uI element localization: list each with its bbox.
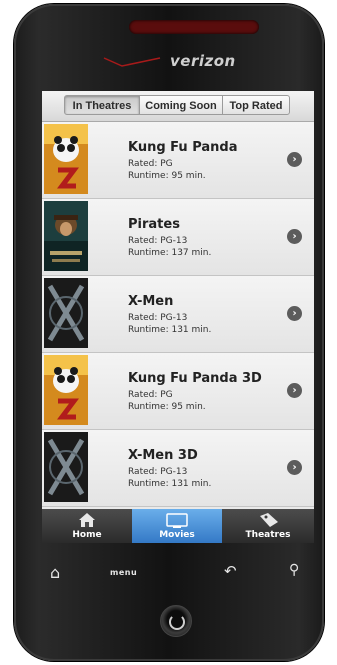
movie-runtime: Runtime: 137 min.	[128, 248, 212, 258]
movie-row[interactable]: X-Men Rated: PG-13 Runtime: 131 min. ›	[42, 276, 314, 353]
tab-top-rated[interactable]: Top Rated	[222, 95, 290, 115]
app-screen: In Theatres Coming Soon Top Rated Kung F…	[42, 91, 314, 543]
hardware-back-icon[interactable]: ↶	[224, 562, 237, 580]
nav-home[interactable]: Home	[42, 509, 132, 543]
hardware-menu-button[interactable]: menu	[110, 568, 137, 577]
x-men-poster-icon	[44, 432, 88, 502]
pirates-poster-icon	[44, 201, 88, 271]
movie-rating: Rated: PG-13	[128, 467, 188, 477]
movie-row[interactable]: Pirates Rated: PG-13 Runtime: 137 min. ›	[42, 199, 314, 276]
movie-title: X-Men	[128, 294, 174, 309]
nav-home-label: Home	[72, 530, 102, 540]
trackball[interactable]	[160, 605, 192, 637]
chevron-right-icon[interactable]: ›	[287, 152, 302, 167]
kung-fu-panda-poster-icon	[44, 124, 88, 194]
tab-in-theatres[interactable]: In Theatres	[64, 95, 140, 115]
movie-row[interactable]: Kung Fu Panda Rated: PG Runtime: 95 min.…	[42, 122, 314, 199]
bottom-nav-bar: Home Movies Theatres	[42, 509, 314, 543]
earpiece-speaker	[129, 20, 259, 34]
chevron-right-icon[interactable]: ›	[287, 383, 302, 398]
ticket-icon	[260, 513, 278, 527]
movie-title: Kung Fu Panda	[128, 140, 238, 155]
chevron-right-icon[interactable]: ›	[287, 306, 302, 321]
nav-theatres[interactable]: Theatres	[222, 509, 314, 543]
movie-rating: Rated: PG-13	[128, 236, 188, 246]
verizon-check-icon	[103, 56, 161, 67]
movie-runtime: Runtime: 95 min.	[128, 171, 206, 181]
tv-screen-icon	[166, 513, 188, 528]
nav-theatres-label: Theatres	[245, 530, 291, 540]
carrier-logo: verizon	[14, 52, 324, 70]
movie-rating: Rated: PG	[128, 159, 173, 169]
movie-runtime: Runtime: 131 min.	[128, 479, 212, 489]
nav-movies-label: Movies	[159, 530, 195, 540]
carrier-brand-text: verizon	[170, 52, 236, 70]
movie-rating: Rated: PG-13	[128, 313, 188, 323]
movie-runtime: Runtime: 95 min.	[128, 402, 206, 412]
kung-fu-panda-poster-icon	[44, 355, 88, 425]
chevron-right-icon[interactable]: ›	[287, 229, 302, 244]
movie-rating: Rated: PG	[128, 390, 173, 400]
movie-row[interactable]: Kung Fu Panda 3D Rated: PG Runtime: 95 m…	[42, 353, 314, 430]
hardware-home-icon[interactable]: ⌂	[50, 563, 60, 582]
movie-title: Kung Fu Panda 3D	[128, 371, 262, 386]
nav-movies[interactable]: Movies	[132, 509, 222, 543]
movie-runtime: Runtime: 131 min.	[128, 325, 212, 335]
chevron-right-icon[interactable]: ›	[287, 460, 302, 475]
movie-title: Pirates	[128, 217, 180, 232]
segmented-tabs: In Theatres Coming Soon Top Rated	[42, 91, 314, 122]
movie-row[interactable]: X-Men 3D Rated: PG-13 Runtime: 131 min. …	[42, 430, 314, 507]
tab-coming-soon[interactable]: Coming Soon	[139, 95, 223, 115]
movie-title: X-Men 3D	[128, 448, 198, 463]
hardware-search-icon[interactable]: ⚲	[289, 562, 299, 578]
movie-list: Kung Fu Panda Rated: PG Runtime: 95 min.…	[42, 122, 314, 507]
x-men-poster-icon	[44, 278, 88, 348]
home-icon	[79, 513, 95, 527]
